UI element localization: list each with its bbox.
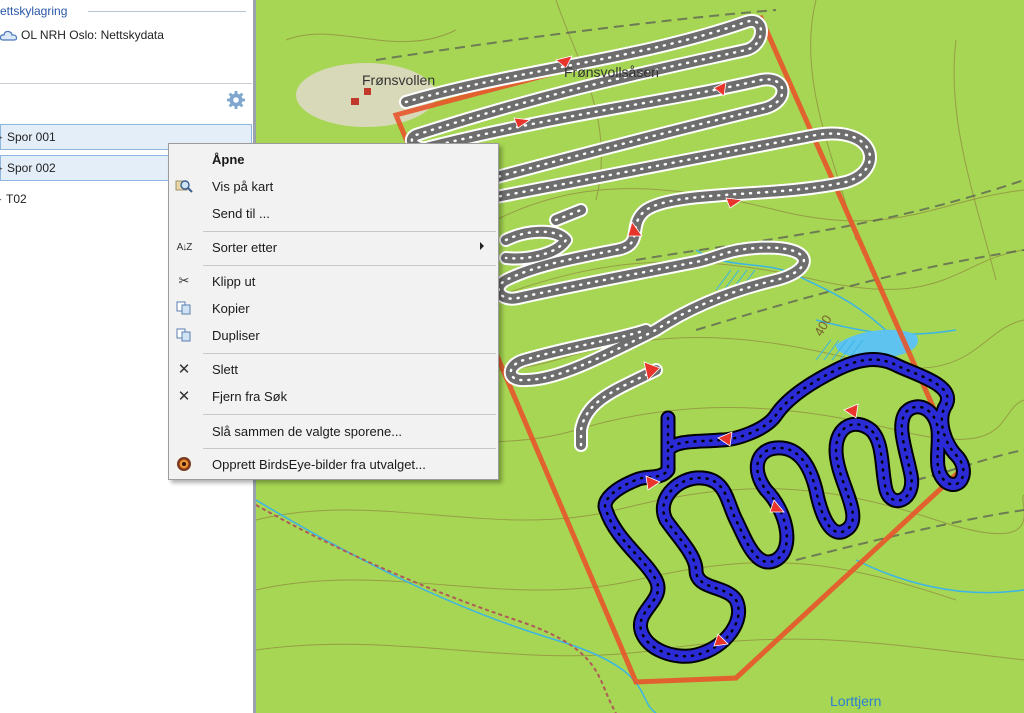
menu-item-label: Sorter etter	[212, 239, 278, 255]
building-marker	[364, 88, 371, 95]
menu-item-sort-by[interactable]: A↓Z Sorter etter	[169, 235, 498, 259]
menu-item-label: Opprett BirdsEye-bilder fra utvalget...	[212, 456, 426, 472]
menu-item-label: Send til ...	[212, 205, 270, 221]
birdseye-icon	[175, 456, 193, 472]
place-label-lorttjern: Lorttjern	[830, 693, 882, 709]
blue-track	[597, 352, 971, 664]
place-label-fronsvollsasen: Frønsvollsåsen	[564, 64, 659, 80]
menu-item-merge-tracks[interactable]: Slå sammen de valgte sporene...	[169, 419, 498, 443]
cloud-data-item[interactable]: OL NRH Oslo: Nettskydata	[0, 28, 164, 42]
railway-line	[256, 504, 617, 713]
menu-item-label: Dupliser	[212, 327, 260, 343]
expand-arrow-icon[interactable]: ▸	[0, 163, 7, 174]
menu-separator	[203, 448, 496, 449]
menu-item-duplicate[interactable]: Dupliser	[169, 323, 498, 347]
menu-item-copy[interactable]: Kopier	[169, 296, 498, 320]
context-menu: Åpne Vis på kart Send til ... A↓Z Sorter…	[168, 143, 499, 480]
remove-x-icon: ✕	[177, 388, 191, 405]
menu-item-label: Åpne	[212, 151, 245, 167]
menu-item-label: Slå sammen de valgte sporene...	[212, 423, 403, 439]
delete-x-icon: ✕	[177, 361, 191, 378]
menu-item-create-birdseye[interactable]: Opprett BirdsEye-bilder fra utvalget...	[169, 452, 498, 476]
magnifier-map-icon	[175, 178, 193, 194]
menu-separator	[203, 414, 496, 415]
track-label: T02	[6, 192, 27, 206]
track-label: Spor 001	[7, 130, 56, 144]
cloud-icon	[0, 30, 18, 41]
gear-icon[interactable]	[226, 90, 246, 110]
cloud-storage-header: ettskylagring	[0, 4, 68, 18]
track-label: Spor 002	[7, 161, 56, 175]
sort-az-icon: A↓Z	[176, 241, 193, 253]
submenu-arrow-icon	[480, 242, 484, 250]
section-divider	[88, 11, 246, 12]
building-marker	[351, 98, 359, 105]
menu-item-label: Slett	[212, 361, 239, 377]
menu-item-remove-from-search[interactable]: ✕ Fjern fra Søk	[169, 384, 498, 408]
menu-item-label: Vis på kart	[212, 178, 274, 194]
menu-item-delete[interactable]: ✕ Slett	[169, 357, 498, 381]
menu-separator	[203, 353, 496, 354]
place-label-fronsvollen: Frønsvollen	[362, 72, 436, 88]
menu-item-label: Fjern fra Søk	[212, 388, 288, 404]
tracks-header-label: :	[0, 92, 1, 107]
menu-item-open[interactable]: Åpne	[169, 147, 498, 171]
scissors-icon: ✂	[178, 273, 190, 288]
cloud-storage-section: ettskylagring OL NRH Oslo: Nettskydata	[0, 0, 252, 84]
menu-item-label: Klipp ut	[212, 273, 256, 289]
menu-item-cut[interactable]: ✂ Klipp ut	[169, 269, 498, 293]
menu-item-send-to[interactable]: Send til ...	[169, 201, 498, 225]
menu-item-show-on-map[interactable]: Vis på kart	[169, 174, 498, 198]
duplicate-icon	[175, 327, 193, 343]
cloud-item-label: OL NRH Oslo: Nettskydata	[21, 28, 164, 42]
menu-item-label: Kopier	[212, 300, 250, 316]
copy-icon	[175, 300, 193, 316]
tracks-header: :	[0, 88, 252, 116]
expand-arrow-icon[interactable]: ▸	[0, 132, 7, 143]
menu-separator	[203, 231, 496, 232]
menu-separator	[203, 265, 496, 266]
